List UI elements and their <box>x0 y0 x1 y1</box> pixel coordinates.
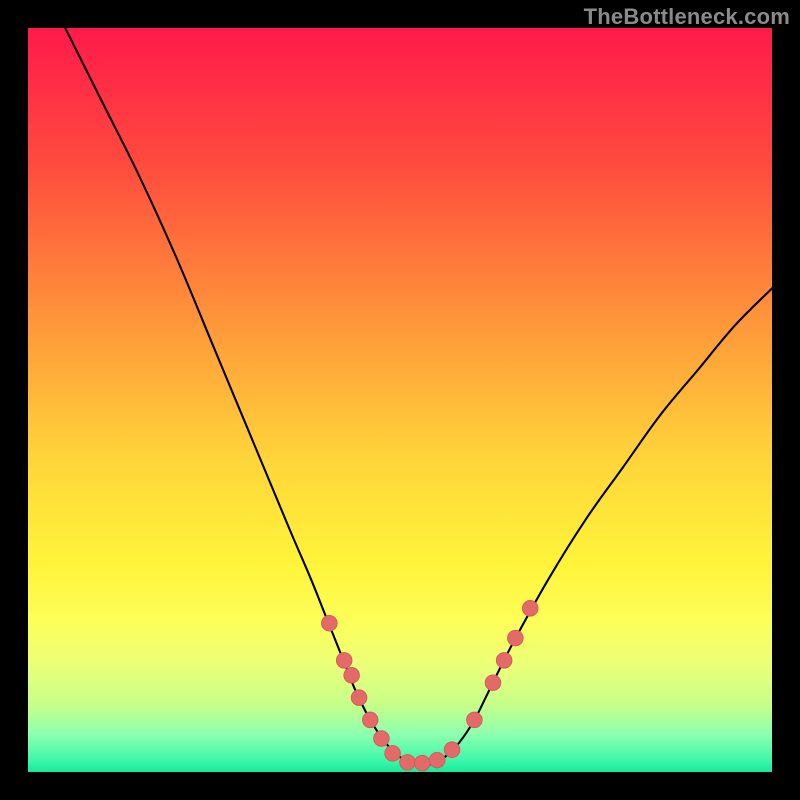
chart-svg <box>28 28 772 772</box>
curve-marker <box>415 755 431 771</box>
curve-marker <box>496 653 512 669</box>
curve-marker <box>467 712 483 728</box>
curve-marker <box>322 615 338 631</box>
curve-marker <box>400 755 416 771</box>
outer-frame: TheBottleneck.com <box>0 0 800 800</box>
plot-area <box>28 28 772 772</box>
curve-marker <box>336 653 352 669</box>
curve-marker <box>385 746 401 762</box>
curve-marker <box>485 675 501 691</box>
curve-marker <box>374 731 390 747</box>
bottleneck-curve <box>65 28 772 766</box>
curve-marker <box>508 630 524 646</box>
curve-marker <box>444 742 460 758</box>
curve-marker <box>351 690 367 706</box>
watermark-text: TheBottleneck.com <box>584 4 790 30</box>
curve-marker <box>522 601 538 617</box>
curve-marker <box>344 667 360 683</box>
curve-marker <box>362 712 378 728</box>
curve-marker <box>429 752 445 768</box>
